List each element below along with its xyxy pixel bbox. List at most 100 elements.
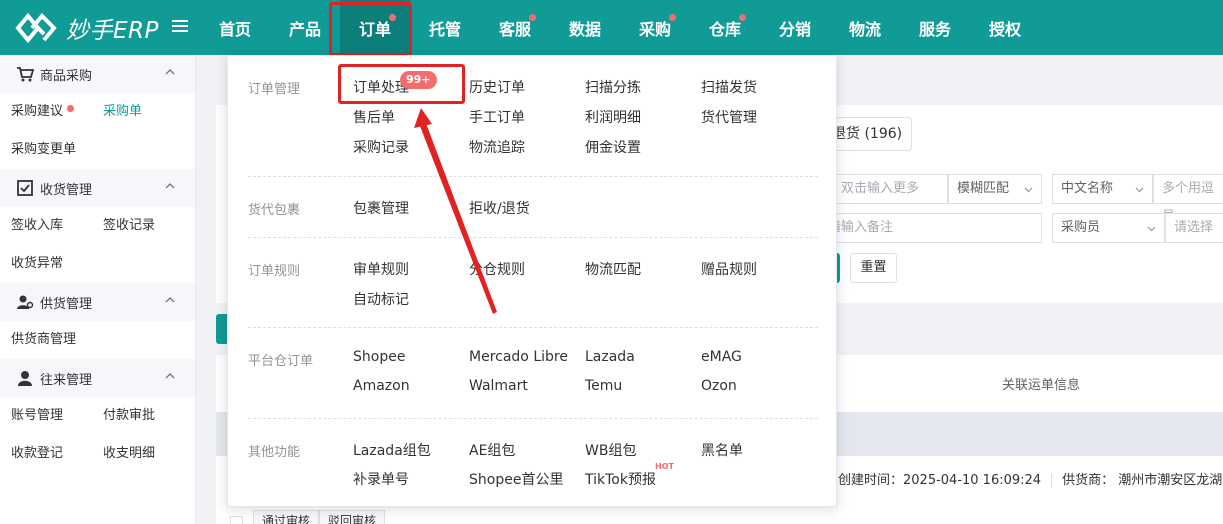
menu-item-logistics-matching[interactable]: 物流匹配 (585, 259, 641, 279)
menu-item-emag[interactable]: eMAG (701, 349, 742, 365)
supplier-icon (17, 295, 34, 309)
nav-item-purchasing[interactable]: 采购 (620, 0, 690, 55)
menu-item-warehouse-rules[interactable]: 分仓规则 (469, 259, 525, 279)
sidebar-group-purchasing[interactable]: 商品采购 (0, 55, 195, 93)
nav-item-services[interactable]: 服务 (900, 0, 970, 55)
menu-item-mercado-libre[interactable]: Mercado Libre (469, 349, 568, 365)
nav-item-products[interactable]: 产品 (270, 0, 340, 55)
name-type-select[interactable]: 中文名称 (1052, 174, 1153, 204)
menu-item-tiktok-forecast[interactable]: TikTok预报 (585, 469, 656, 489)
sidebar-item-label: 供货商管理 (11, 332, 77, 347)
supplier-name: 供货商： 潮州市潮安区龙湖镇 (1062, 473, 1223, 488)
sidebar-item-receiving-exceptions[interactable]: 收货异常 (0, 245, 150, 283)
chevron-up-icon (165, 183, 175, 189)
nav-label: 物流 (848, 19, 881, 39)
bulk-actions: 通过审核 驳回审核 (216, 510, 386, 524)
nav-label: 产品 (288, 19, 321, 39)
select-value: 采购员 (1061, 220, 1101, 235)
nav-label: 客服 (498, 19, 531, 39)
sidebar-item-sign-records[interactable]: 签收记录 (92, 207, 184, 245)
menu-item-ae-packing[interactable]: AE组包 (469, 440, 515, 460)
cart-icon (17, 67, 34, 82)
menu-item-temu[interactable]: Temu (585, 378, 622, 394)
menu-item-shopee-first-mile[interactable]: Shopee首公里 (469, 469, 563, 489)
multi-value-input[interactable]: 多个用逗号 (1153, 174, 1223, 224)
approve-button[interactable]: 通过审核 (253, 510, 320, 524)
sidebar-item-label: 付款审批 (103, 408, 156, 423)
nav-item-distribution[interactable]: 分销 (760, 0, 830, 55)
select-all-checkbox[interactable] (230, 516, 243, 524)
sidebar-item-label: 签收记录 (103, 218, 156, 233)
sidebar-group-supply[interactable]: 供货管理 (0, 283, 195, 321)
sidebar-item-purchase-suggestion[interactable]: 采购建议 (0, 93, 92, 131)
menu-item-scan-sort[interactable]: 扫描分拣 (585, 77, 641, 97)
match-mode-select[interactable]: 模糊匹配 (948, 174, 1042, 204)
menu-item-wb-packing[interactable]: WB组包 (585, 440, 636, 460)
menu-item-walmart[interactable]: Walmart (469, 378, 528, 394)
orders-dropdown-menu: 订单管理 订单处理 历史订单 扫描分拣 扫描发货 售后单 手工订单 利润明细 货… (227, 55, 837, 507)
menu-item-lazada[interactable]: Lazada (585, 349, 635, 365)
sidebar-item-receipt-register[interactable]: 收款登记 (0, 435, 92, 473)
sidebar-group-accounts[interactable]: 往来管理 (0, 359, 195, 397)
sidebar-item-payment-approval[interactable]: 付款审批 (92, 397, 184, 435)
app-logo[interactable]: 妙手ERP (0, 10, 200, 46)
sidebar-item-purchase-change[interactable]: 采购变更单 (0, 131, 150, 169)
nav-item-hosting[interactable]: 托管 (410, 0, 480, 55)
nav-label: 首页 (218, 19, 251, 39)
buyer-select[interactable]: 采购员 (1052, 213, 1165, 243)
menu-item-commission-settings[interactable]: 佣金设置 (585, 137, 641, 157)
menu-item-amazon[interactable]: Amazon (353, 378, 410, 394)
section-title-platform-warehouse: 平台仓订单 (248, 354, 314, 369)
nav-label: 分销 (778, 19, 811, 39)
nav-label: 服务 (918, 19, 951, 39)
menu-toggle-icon[interactable] (172, 20, 188, 34)
sidebar-group-receiving[interactable]: 收货管理 (0, 169, 195, 207)
nav-item-data[interactable]: 数据 (550, 0, 620, 55)
menu-item-manual-order[interactable]: 手工订单 (469, 107, 525, 127)
nav-item-home[interactable]: 首页 (200, 0, 270, 55)
menu-item-package-management[interactable]: 包裹管理 (353, 198, 409, 218)
sidebar-item-account-management[interactable]: 账号管理 (0, 397, 92, 435)
sidebar-item-sign-in-stock[interactable]: 签收入库 (0, 207, 92, 245)
sidebar-item-purchase-order[interactable]: 采购单 (92, 93, 184, 131)
reset-button[interactable]: 重置 (850, 253, 897, 283)
menu-item-order-history[interactable]: 历史订单 (469, 77, 525, 97)
nav-item-customer-service[interactable]: 客服 (480, 0, 550, 55)
remark-input[interactable]: 请输入备注 (820, 213, 1042, 243)
section-title-forwarder-packages: 货代包裹 (248, 203, 301, 218)
menu-item-gift-rules[interactable]: 赠品规则 (701, 259, 757, 279)
nav-item-warehouse[interactable]: 仓库 (690, 0, 760, 55)
notification-dot (529, 14, 536, 21)
nav-label: 托管 (428, 19, 461, 39)
menu-item-shopee[interactable]: Shopee (353, 349, 405, 365)
reject-button[interactable]: 驳回审核 (319, 510, 386, 524)
menu-item-purchase-records[interactable]: 采购记录 (353, 137, 409, 157)
nav-item-orders[interactable]: 订单 (340, 0, 410, 55)
menu-item-review-rules[interactable]: 审单规则 (353, 259, 409, 279)
sidebar-item-supplier-management[interactable]: 供货商管理 (0, 321, 150, 359)
nav-item-authorization[interactable]: 授权 (970, 0, 1040, 55)
menu-item-after-sales[interactable]: 售后单 (353, 107, 395, 127)
nav-item-logistics[interactable]: 物流 (830, 0, 900, 55)
column-header-waybill: 关联运单信息 (1002, 378, 1081, 393)
search-input[interactable]: ，双击输入更多 (820, 174, 948, 204)
menu-item-lazada-packing[interactable]: Lazada组包 (353, 440, 431, 460)
buyer-value-select[interactable]: 请选择 (1165, 213, 1223, 243)
menu-item-reject-return[interactable]: 拒收/退货 (469, 198, 530, 218)
menu-item-scan-ship[interactable]: 扫描发货 (701, 77, 757, 97)
menu-item-auto-tagging[interactable]: 自动标记 (353, 289, 409, 309)
select-value: 模糊匹配 (957, 181, 1010, 196)
sidebar-item-income-expense[interactable]: 收支明细 (92, 435, 184, 473)
sidebar-group-title: 收货管理 (40, 182, 93, 198)
divider (1051, 473, 1053, 488)
chevron-down-icon (1147, 226, 1156, 232)
sidebar-item-label: 收货异常 (11, 256, 64, 271)
menu-item-forwarder-management[interactable]: 货代管理 (701, 107, 757, 127)
menu-item-logistics-tracking[interactable]: 物流追踪 (469, 137, 525, 157)
menu-item-profit-details[interactable]: 利润明细 (585, 107, 641, 127)
nav-label: 采购 (638, 19, 671, 39)
menu-item-ozon[interactable]: Ozon (701, 378, 737, 394)
menu-item-blacklist[interactable]: 黑名单 (701, 440, 743, 460)
logo-text: 妙手ERP (66, 17, 159, 44)
menu-item-supplement-tracking[interactable]: 补录单号 (353, 469, 409, 489)
